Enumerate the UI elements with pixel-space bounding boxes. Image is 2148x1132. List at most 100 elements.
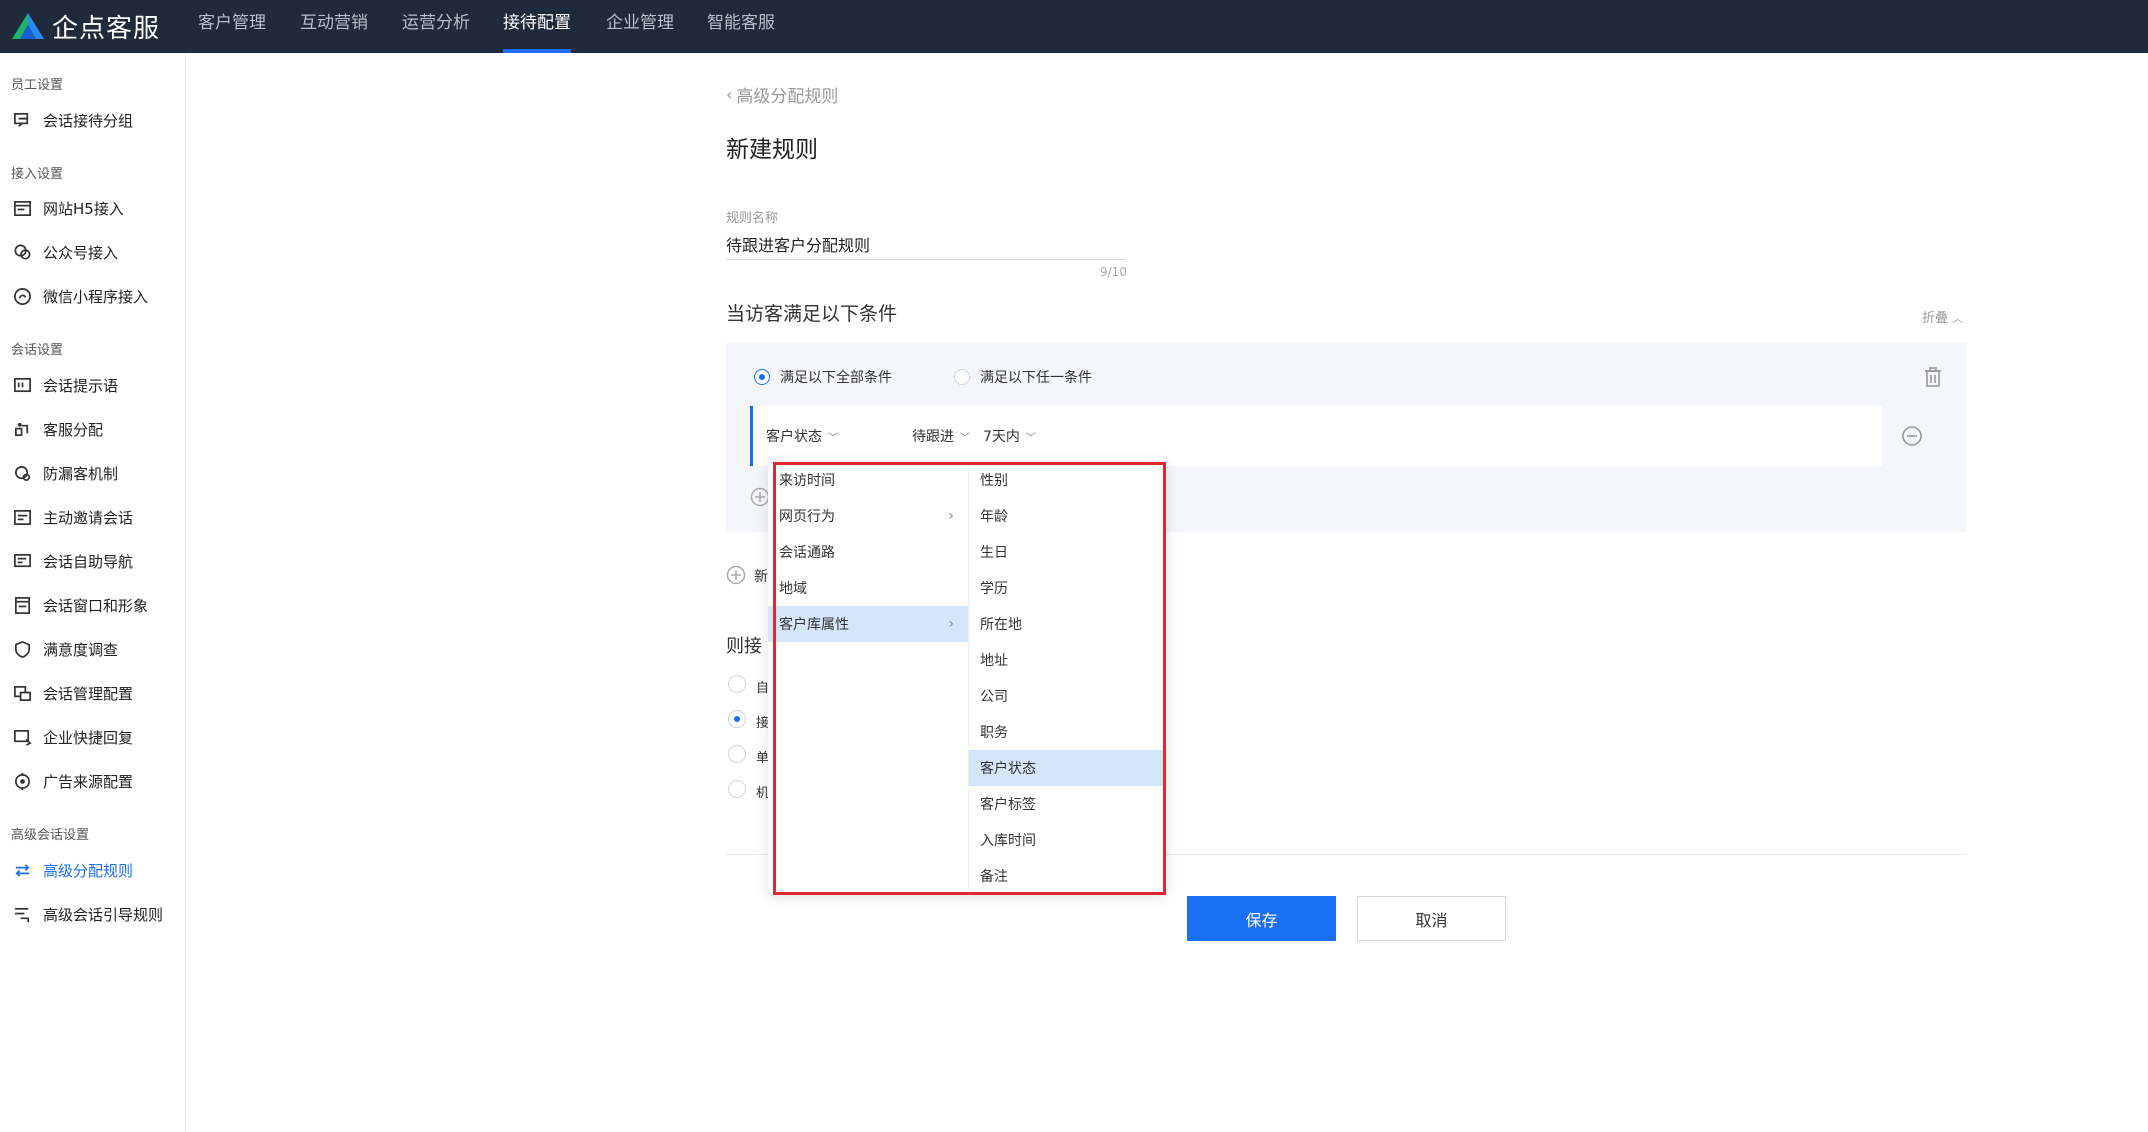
cascader-sub-option[interactable]: 性别 [969, 462, 1166, 498]
cascader-column-secondary: 性别 年龄 生日 学历 所在地 地址 公司 职务 客户状态 客户标签 入库时间 … [968, 462, 1166, 895]
cascader-sub-option[interactable]: 学历 [969, 570, 1166, 606]
option-label: 网页行为 [779, 509, 835, 525]
save-button[interactable]: 保存 [1187, 896, 1336, 941]
condition-value: 待跟进 [912, 429, 954, 445]
condition-field-select[interactable]: 客户状态 ﹀ [766, 406, 838, 466]
sidebar-item-quick-reply[interactable]: 企业快捷回复 [11, 725, 133, 749]
cascader-sub-option[interactable]: 客户标签 [969, 786, 1166, 822]
cascader-option[interactable]: 会话通路 [768, 534, 968, 570]
guide-icon [11, 903, 33, 925]
sidebar-item-survey[interactable]: 满意度调查 [11, 637, 118, 661]
add-condition-icon[interactable] [750, 487, 770, 507]
chevron-down-icon: ﹀ [828, 432, 838, 444]
sidebar-item-label: 会话自助导航 [43, 552, 134, 571]
option-label: 生日 [980, 545, 1008, 561]
assign-icon [11, 418, 33, 440]
sidebar-item-advanced-assign[interactable]: 高级分配规则 [11, 858, 133, 882]
sidebar-item-assign[interactable]: 客服分配 [11, 417, 103, 441]
rule-name-input[interactable] [726, 228, 1126, 260]
option-label: 职务 [980, 725, 1008, 741]
collapse-toggle[interactable]: 折叠 ︿ [1922, 307, 1963, 326]
radio-match-all[interactable]: 满足以下全部条件 [754, 367, 892, 387]
sidebar-item-invite[interactable]: 主动邀请会话 [11, 505, 133, 529]
sidebar-item-label: 高级分配规则 [43, 861, 134, 880]
nav-icon [11, 550, 33, 572]
option-label: 年龄 [980, 509, 1008, 525]
sidebar-item-web-h5[interactable]: 网站H5接入 [11, 196, 124, 220]
cascader-sub-option[interactable]: 所在地 [969, 606, 1166, 642]
option-label: 客户库属性 [779, 617, 849, 633]
condition-value-select[interactable]: 待跟进 ﹀ [912, 406, 970, 466]
condition-row: 客户状态 ﹀ 待跟进 ﹀ 7天内 ﹀ [750, 406, 1882, 466]
logo[interactable]: 企点客服 [10, 8, 160, 44]
cascader-option[interactable]: 网页行为 › [768, 498, 968, 534]
cascader-sub-option[interactable]: 年龄 [969, 498, 1166, 534]
sidebar-item-label: 会话接待分组 [43, 111, 134, 130]
nav-smart-service[interactable]: 智能客服 [707, 0, 775, 53]
sidebar-item-chat-group[interactable]: 会话接待分组 [11, 108, 133, 132]
sidebar-item-ad-source[interactable]: 广告来源配置 [11, 769, 133, 793]
cascader-sub-option[interactable]: 地址 [969, 642, 1166, 678]
sidebar-item-label: 广告来源配置 [43, 772, 134, 791]
option-label: 入库时间 [980, 833, 1036, 849]
option-label: 公司 [980, 689, 1008, 705]
radio-dot [754, 369, 770, 385]
chevron-right-icon: › [948, 616, 954, 632]
nav-enterprise-management[interactable]: 企业管理 [606, 0, 674, 53]
cascader-option[interactable]: 来访时间 [768, 462, 968, 498]
add-group-icon[interactable] [726, 565, 746, 585]
cascader-sub-option[interactable]: 入库时间 [969, 822, 1166, 858]
back-link[interactable]: ‹ 高级分配规则 [726, 82, 838, 107]
sidebar-group-title: 会话设置 [11, 343, 64, 358]
sidebar-item-window[interactable]: 会话窗口和形象 [11, 593, 148, 617]
nav-customer-management[interactable]: 客户管理 [198, 0, 266, 53]
radio-match-any[interactable]: 满足以下任一条件 [954, 367, 1092, 387]
assign-option-radio[interactable] [728, 710, 746, 728]
assign-option-radio[interactable] [728, 780, 746, 798]
sidebar-item-anti-leak[interactable]: 防漏客机制 [11, 461, 118, 485]
quick-reply-icon [11, 726, 33, 748]
chevron-down-icon: ﹀ [960, 432, 970, 444]
assign-option-radio[interactable] [728, 675, 746, 693]
field-cascader-dropdown: 来访时间 网页行为 › 会话通路 地域 客户库属性 › 性别 年龄 生日 学历 所在… [768, 462, 1166, 895]
logo-icon [12, 13, 44, 39]
sidebar-item-wechat-official[interactable]: 公众号接入 [11, 240, 118, 264]
nav-operation-analysis[interactable]: 运营分析 [402, 0, 470, 53]
cascader-option[interactable]: 地域 [768, 570, 968, 606]
trash-icon[interactable] [1922, 366, 1944, 388]
sidebar-item-label: 客服分配 [43, 420, 104, 439]
cascader-sub-option[interactable]: 生日 [969, 534, 1166, 570]
cascader-column-primary: 来访时间 网页行为 › 会话通路 地域 客户库属性 › [768, 462, 968, 895]
radio-label: 满足以下全部条件 [780, 370, 892, 386]
cascader-option-selected[interactable]: 客户库属性 › [768, 606, 968, 642]
condition-time-select[interactable]: 7天内 ﹀ [983, 406, 1036, 466]
sidebar-item-label: 主动邀请会话 [43, 508, 134, 527]
cascader-sub-option[interactable]: 备注 [969, 858, 1166, 894]
sidebar-item-manage[interactable]: 会话管理配置 [11, 681, 133, 705]
cascader-sub-option[interactable]: 职务 [969, 714, 1166, 750]
sidebar-item-miniprogram[interactable]: 微信小程序接入 [11, 284, 148, 308]
option-label: 备注 [980, 869, 1008, 885]
remove-condition-icon[interactable] [1901, 425, 1923, 447]
chevron-right-icon: › [948, 508, 954, 524]
sidebar-item-self-nav[interactable]: 会话自助导航 [11, 549, 133, 573]
cascader-sub-option[interactable]: 公司 [969, 678, 1166, 714]
sidebar-item-guide-rule[interactable]: 高级会话引导规则 [11, 902, 163, 926]
cascader-sub-option-selected[interactable]: 客户状态 [969, 750, 1166, 786]
logo-text: 企点客服 [52, 13, 161, 44]
anti-leak-icon [11, 462, 33, 484]
add-group-label[interactable]: 新 [754, 566, 768, 586]
cancel-button[interactable]: 取消 [1357, 896, 1506, 941]
survey-icon [11, 638, 33, 660]
sidebar-item-label: 企业快捷回复 [43, 728, 134, 747]
chat-group-icon [11, 109, 33, 131]
sidebar-item-prompt[interactable]: 会话提示语 [11, 373, 118, 397]
assign-option-radio[interactable] [728, 745, 746, 763]
nav-reception-config[interactable]: 接待配置 [503, 0, 571, 53]
sidebar-item-label: 公众号接入 [43, 243, 119, 262]
nav-interactive-marketing[interactable]: 互动营销 [300, 0, 368, 53]
rule-name-label: 规则名称 [726, 211, 779, 226]
advanced-assign-icon [11, 859, 33, 881]
chevron-left-icon: ‹ [726, 85, 733, 104]
option-label: 地域 [779, 581, 807, 597]
